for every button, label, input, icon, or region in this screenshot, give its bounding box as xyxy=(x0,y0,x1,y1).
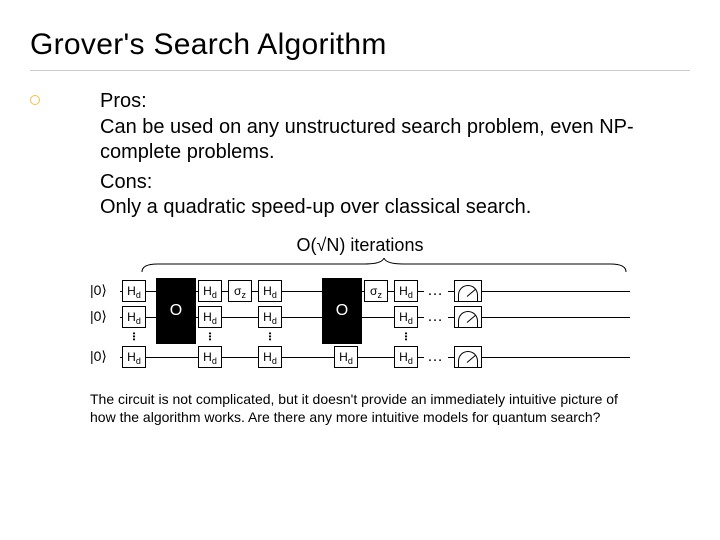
ellipsis: … xyxy=(424,308,448,326)
measurement-icon xyxy=(454,346,482,368)
measurement-icon xyxy=(454,306,482,328)
ket-label: |0⟩ xyxy=(90,348,120,365)
hadamard-gate: Hd xyxy=(122,306,146,328)
ket-label: |0⟩ xyxy=(90,308,120,325)
sigma-z-gate: σz xyxy=(228,280,252,302)
caption-text: The circuit is not complicated, but it d… xyxy=(90,390,630,426)
vdots-icon: ••• xyxy=(258,332,282,341)
hadamard-gate: Hd xyxy=(334,346,358,368)
ellipsis: … xyxy=(424,348,448,366)
hadamard-gate: Hd xyxy=(394,280,418,302)
hadamard-gate: Hd xyxy=(394,346,418,368)
circuit-diagram: O O |0⟩ Hd Hd σz Hd Hd σz Hd … |0⟩ Hd Hd… xyxy=(90,278,630,370)
pros-text: Can be used on any unstructured search p… xyxy=(100,116,634,164)
measurement-icon xyxy=(454,280,482,302)
hadamard-gate: Hd xyxy=(394,306,418,328)
cons-label: Cons: xyxy=(100,171,152,193)
iterations-label: O(√N) iterations xyxy=(30,235,690,256)
oracle-box-1: O xyxy=(156,278,196,344)
qubit-row-n: |0⟩ Hd Hd Hd Hd Hd … xyxy=(90,344,630,370)
oracle-box-2: O xyxy=(322,278,362,344)
brace-icon xyxy=(138,258,630,274)
pros-label: Pros: xyxy=(100,90,147,112)
hadamard-gate: Hd xyxy=(258,280,282,302)
ellipsis: … xyxy=(424,282,448,300)
hadamard-gate: Hd xyxy=(198,280,222,302)
slide-title: Grover's Search Algorithm xyxy=(30,28,690,71)
bullet-icon xyxy=(30,95,40,105)
hadamard-gate: Hd xyxy=(122,280,146,302)
vdots-icon: ••• xyxy=(394,332,418,341)
hadamard-gate: Hd xyxy=(122,346,146,368)
hadamard-gate: Hd xyxy=(258,306,282,328)
cons-text: Only a quadratic speed-up over classical… xyxy=(100,196,531,218)
vdots-icon: ••• xyxy=(198,332,222,341)
hadamard-gate: Hd xyxy=(258,346,282,368)
sigma-z-gate: σz xyxy=(364,280,388,302)
hadamard-gate: Hd xyxy=(198,346,222,368)
ket-label: |0⟩ xyxy=(90,282,120,299)
pros-block: Pros: Can be used on any unstructured se… xyxy=(30,89,690,221)
vdots-icon: ••• xyxy=(122,332,146,341)
hadamard-gate: Hd xyxy=(198,306,222,328)
